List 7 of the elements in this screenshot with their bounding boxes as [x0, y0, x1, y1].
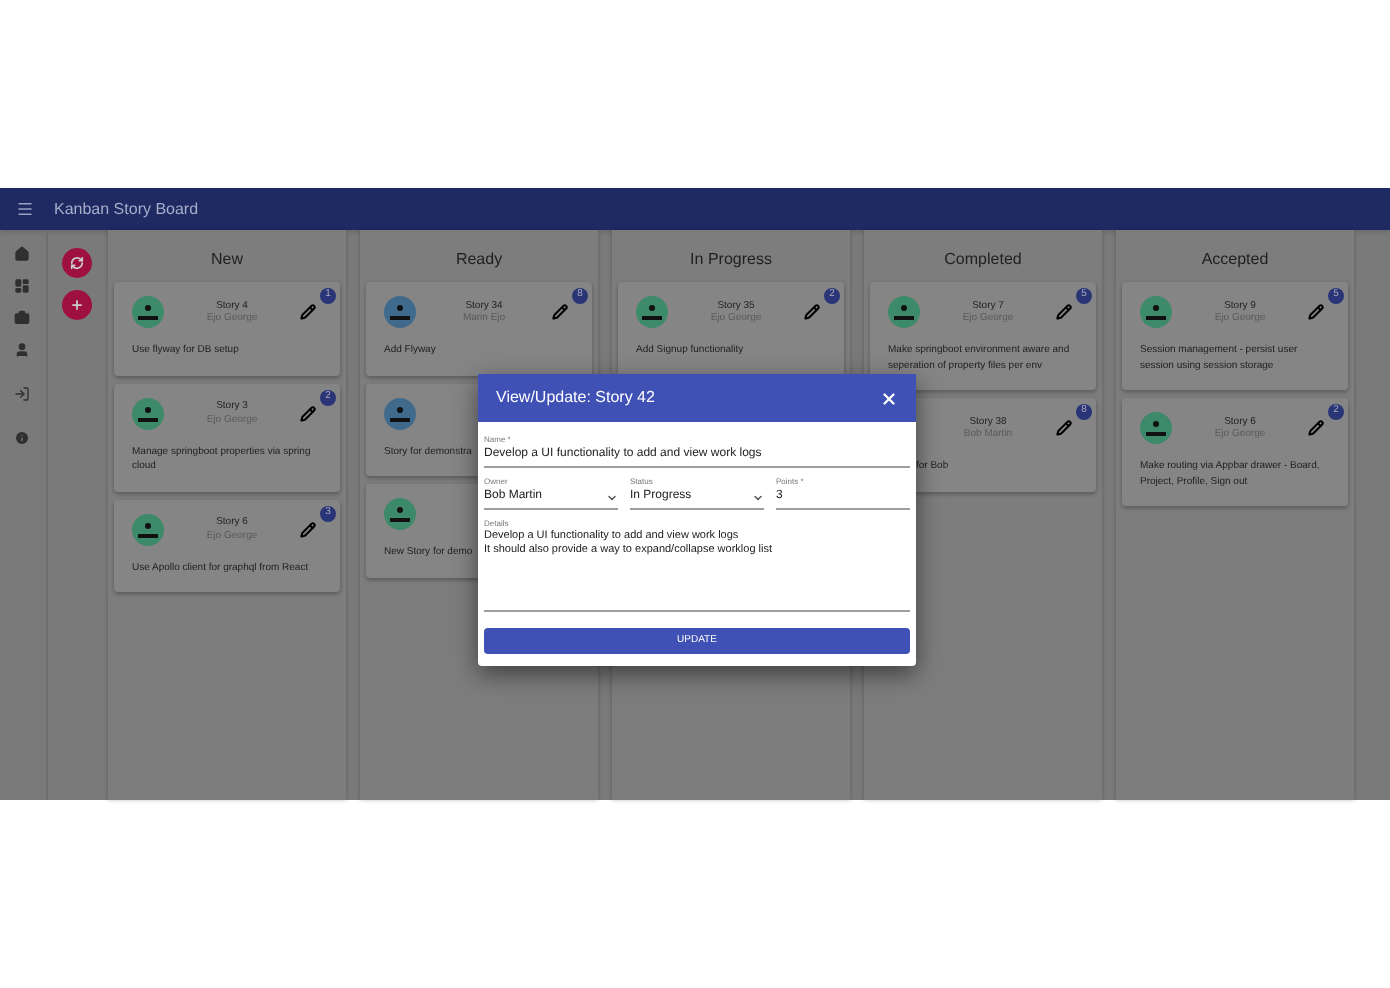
column-title: Completed [942, 248, 1024, 272]
column-title: Ready [453, 248, 505, 272]
app-title: Kanban Story Board [54, 197, 199, 221]
column-title: New [208, 248, 245, 272]
column-title: Accepted [1199, 248, 1271, 272]
column-title: In Progress [688, 248, 774, 272]
dialog-title: View/Update: Story 42 [496, 386, 655, 410]
